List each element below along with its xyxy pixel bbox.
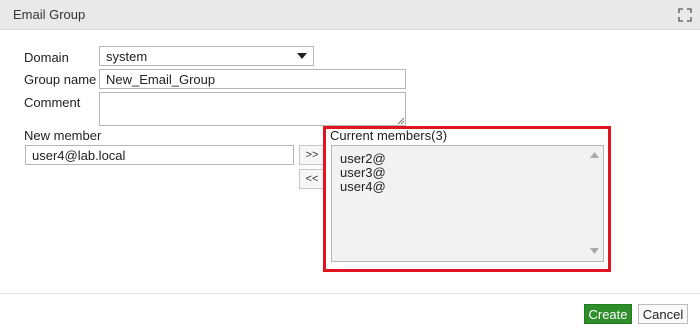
maximize-icon[interactable] (678, 8, 692, 22)
group-name-input[interactable] (99, 69, 406, 89)
new-member-input[interactable] (25, 145, 294, 165)
domain-label: Domain (24, 50, 69, 65)
scrollbar[interactable] (587, 147, 602, 260)
remove-member-button[interactable]: << (299, 169, 325, 189)
group-name-label: Group name (24, 72, 97, 87)
scroll-down-icon[interactable] (590, 248, 599, 254)
dialog-title: Email Group (13, 7, 86, 22)
domain-select-value: system (106, 49, 148, 64)
comment-label: Comment (24, 95, 81, 110)
footer-divider (0, 293, 700, 294)
chevron-down-icon (297, 53, 307, 59)
new-member-label: New member (24, 128, 102, 143)
cancel-button[interactable]: Cancel (638, 304, 688, 324)
list-item[interactable]: user2@ (340, 151, 386, 166)
add-member-button[interactable]: >> (299, 145, 325, 165)
list-item[interactable]: user3@ (340, 165, 386, 180)
domain-select[interactable]: system (99, 46, 314, 66)
current-members-list[interactable]: user2@ user3@ user4@ (331, 145, 604, 262)
email-group-dialog: Email Group Domain system Group name Com… (0, 0, 700, 331)
comment-textarea[interactable] (99, 92, 406, 126)
current-members-label: Current members(3) (330, 128, 448, 143)
list-item[interactable]: user4@ (340, 179, 386, 194)
create-button[interactable]: Create (584, 304, 632, 324)
scroll-up-icon[interactable] (590, 152, 599, 158)
dialog-titlebar: Email Group (0, 0, 700, 30)
